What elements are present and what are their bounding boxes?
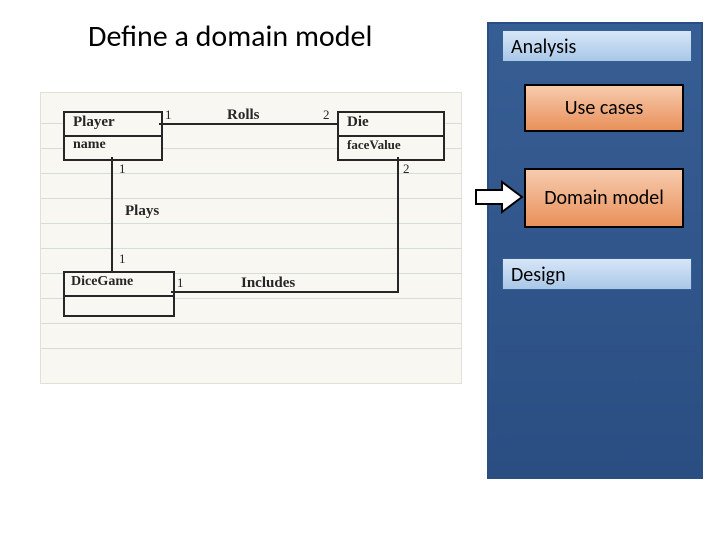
step-use-cases: Use cases [524,84,684,132]
assoc-plays [111,157,113,271]
assoc-includes-label: Includes [241,275,295,292]
class-player-attr: name [73,137,106,153]
step-domain-model: Domain model [524,168,684,228]
current-step-arrow-icon [474,180,524,214]
class-dicegame: DiceGame [63,271,175,317]
class-player: Player name [63,111,163,161]
class-die-attr: faceValue [347,137,401,153]
mult-plays-top: 1 [119,161,126,177]
class-die-name: Die [347,114,369,131]
phase-design: Design [502,258,692,290]
slide-title: Define a domain model [88,18,372,55]
mult-inc-right: 2 [403,161,410,177]
assoc-rolls-label: Rolls [227,107,260,124]
class-player-name: Player [73,114,115,131]
mult-plays-bot: 1 [119,251,126,267]
phase-analysis: Analysis [502,30,692,62]
class-die: Die faceValue [337,111,445,161]
class-dicegame-name: DiceGame [71,274,133,290]
mult-inc-left: 1 [177,275,184,291]
slide: Define a domain model Analysis Use cases… [0,0,720,540]
assoc-plays-label: Plays [125,203,159,220]
assoc-includes-v [397,157,399,293]
domain-sketch: Player name Die faceValue DiceGame Rolls… [40,92,462,384]
mult-rolls-left: 1 [165,107,172,123]
mult-rolls-right: 2 [323,107,330,123]
